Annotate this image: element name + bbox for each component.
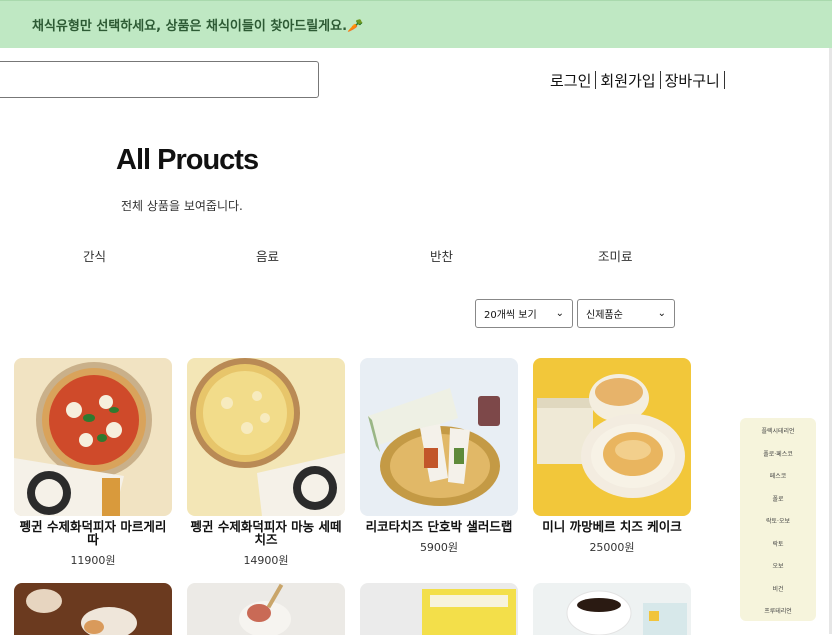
nav-divider (595, 71, 597, 89)
product-price: 25000원 (589, 541, 635, 554)
product-image[interactable] (360, 583, 518, 635)
category-seasoning[interactable]: 조미료 (598, 246, 633, 265)
side-menu-item[interactable]: 폴로 (740, 489, 816, 512)
per-page-select[interactable]: 20개씩 보기 ⌄ (475, 299, 573, 328)
product-image[interactable] (533, 583, 691, 635)
product-image[interactable] (187, 358, 345, 516)
banner-text: 채식유형만 선택하세요, 상품은 채식이들이 찾아드릴게요.🥕 (32, 19, 364, 34)
product-name[interactable]: 펭귄 수제화덕피자 마농 세떼 치즈 (187, 520, 345, 546)
side-menu-item[interactable]: 오보 (740, 556, 816, 579)
page-subtitle: 전체 상품을 보여줍니다. (121, 199, 243, 213)
product-image[interactable] (533, 358, 691, 516)
product-image[interactable] (360, 358, 518, 516)
category-drink[interactable]: 음료 (256, 246, 279, 265)
product-price: 11900원 (70, 554, 116, 567)
user-nav: 로그인 회원가입 장바구니 (550, 70, 729, 91)
diet-type-side-menu: 플렉시테리언 폴로·페스코 페스코 폴로 락토·오보 락토 오보 비건 프루테리… (740, 418, 816, 621)
category-side-dish[interactable]: 반찬 (430, 246, 453, 265)
signup-link[interactable]: 회원가입 (600, 70, 655, 91)
product-name[interactable]: 펭귄 수제화덕피자 마르게리따 (14, 520, 172, 546)
product-card[interactable]: 리코타치즈 단호박 샐러드랩 5900원 (360, 358, 518, 555)
product-price: 5900원 (419, 541, 459, 554)
sort-select[interactable]: 신제품순 ⌄ (577, 299, 675, 328)
side-menu-item[interactable]: 프루테리언 (740, 601, 816, 624)
cart-link[interactable]: 장바구니 (665, 70, 720, 91)
side-menu-item[interactable]: 페스코 (740, 466, 816, 489)
product-card[interactable]: 펭귄 수제화덕피자 마르게리따 11900원 (14, 358, 172, 568)
product-name[interactable]: 리코타치즈 단호박 샐러드랩 (360, 520, 518, 533)
product-image[interactable] (14, 583, 172, 635)
announcement-banner: 채식유형만 선택하세요, 상품은 채식이들이 찾아드릴게요.🥕 (0, 0, 832, 48)
nav-divider (723, 71, 725, 89)
category-snack[interactable]: 간식 (83, 246, 106, 265)
sort-value: 신제품순 (586, 310, 623, 321)
search-input[interactable] (0, 61, 319, 98)
side-menu-item[interactable]: 비건 (740, 579, 816, 602)
product-image[interactable] (14, 358, 172, 516)
product-card[interactable]: 미니 까망베르 치즈 케이크 25000원 (533, 358, 691, 555)
side-menu-item[interactable]: 폴로·페스코 (740, 444, 816, 467)
product-name[interactable]: 미니 까망베르 치즈 케이크 (533, 520, 691, 533)
side-menu-item[interactable]: 락토·오보 (740, 511, 816, 534)
side-menu-item[interactable]: 락토 (740, 534, 816, 557)
chevron-down-icon: ⌄ (555, 308, 564, 319)
nav-divider (659, 71, 661, 89)
per-page-value: 20개씩 보기 (484, 310, 537, 321)
product-price: 14900원 (243, 554, 289, 567)
page-title: All Proucts (116, 144, 259, 176)
side-menu-item[interactable]: 플렉시테리언 (740, 421, 816, 444)
login-link[interactable]: 로그인 (550, 70, 591, 91)
product-image[interactable] (187, 583, 345, 635)
product-card[interactable]: 펭귄 수제화덕피자 마농 세떼 치즈 14900원 (187, 358, 345, 568)
chevron-down-icon: ⌄ (657, 308, 666, 319)
